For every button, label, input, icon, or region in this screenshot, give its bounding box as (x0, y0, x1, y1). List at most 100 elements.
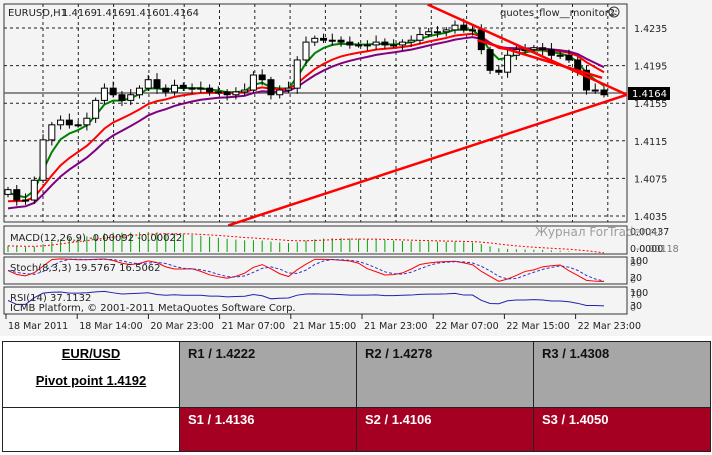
time-tick-label: 21 Mar 15:00 (293, 321, 356, 332)
bear-candle (486, 49, 494, 71)
bull-candle (171, 84, 179, 93)
bull-candle (232, 91, 240, 96)
bear-candle (118, 94, 126, 101)
bull-candle (469, 29, 477, 32)
s1-cell: S1 / 1.4136 (179, 407, 357, 452)
price-tick-label: 1.4155 (634, 99, 667, 110)
bull-candle (284, 87, 292, 91)
bull-candle (363, 44, 371, 47)
bear-candle (495, 69, 503, 73)
bear-candle (320, 37, 328, 41)
bull-candle (144, 79, 152, 89)
bull-candle (311, 37, 319, 43)
bull-candle (556, 54, 564, 57)
bear-candle (267, 79, 275, 96)
price-tick-label: 1.4115 (634, 137, 667, 148)
s3-cell: S3 / 1.4050 (533, 407, 711, 452)
macd-label: MACD(12,26,9) -0.00092 -0.00022 (10, 233, 182, 244)
indicator-name: quotes_flow__monitor2 (500, 8, 615, 19)
bull-candle (135, 87, 143, 96)
bear-candle (258, 74, 266, 81)
chart-header-close: 1.4164 (164, 8, 199, 19)
bull-candle (390, 44, 398, 47)
time-axis: 18 Mar 2011 18 Mar 14:00 20 Mar 23:00 21 Ma… (5, 314, 641, 332)
bear-candle (565, 54, 573, 61)
pair-label: EUR/USD (61, 346, 121, 361)
bear-candle (179, 84, 187, 89)
time-tick-label: 22 Mar 15:00 (506, 321, 569, 332)
bull-candle (504, 54, 512, 73)
current-price-label: 1.4164 (632, 89, 667, 100)
bear-candle (460, 24, 468, 31)
bear-candle (337, 39, 345, 43)
bull-candle (372, 41, 380, 46)
chart-header-high: 1.4169 (96, 8, 131, 19)
bull-candle (451, 24, 459, 31)
bull-candle (416, 34, 424, 41)
bull-candle (74, 124, 82, 127)
macd-tick: -0.00118 (636, 244, 679, 255)
chart-header-symbol: EURUSD,H1 (8, 8, 67, 19)
bear-candle (206, 87, 214, 93)
time-tick-label: 18 Mar 2011 (8, 321, 68, 332)
price-tick-label: 1.4035 (634, 212, 667, 223)
time-tick-label: 21 Mar 23:00 (364, 321, 427, 332)
bull-candle (92, 99, 100, 119)
bull-candle (328, 39, 336, 42)
bull-candle (188, 87, 196, 90)
bull-candle (241, 89, 249, 93)
rsi-tick: 70 (630, 290, 642, 301)
pivot-header-cell: EUR/USD Pivot point 1.4192 (2, 341, 180, 408)
bear-candle (346, 41, 354, 46)
bear-candle (65, 119, 73, 126)
time-tick-label: 22 Mar 07:00 (435, 321, 498, 332)
bull-candle (197, 87, 205, 90)
price-chart[interactable]: EURUSD,H1 1.4169 1.4169 1.4160 1.4164 qu… (0, 0, 712, 336)
bull-candle (4, 189, 12, 195)
bear-candle (539, 47, 547, 51)
bull-candle (276, 89, 284, 96)
bear-candle (547, 49, 555, 56)
bull-candle (530, 47, 538, 51)
bull-candle (442, 29, 450, 33)
bear-candle (162, 87, 170, 93)
stoch-tick: 80 (630, 258, 642, 269)
price-tick-label: 1.4235 (634, 24, 667, 35)
bull-candle (30, 179, 38, 201)
chart-header-open: 1.4169 (62, 8, 97, 19)
pivot-table: EUR/USD Pivot point 1.4192 R1 / 1.4222 R… (2, 341, 711, 452)
bear-candle (381, 41, 389, 46)
bull-candle (398, 41, 406, 46)
bull-candle (39, 139, 47, 181)
r2-cell: R2 / 1.4278 (356, 341, 534, 408)
bull-candle (83, 117, 91, 126)
price-tick-label: 1.4075 (634, 174, 667, 185)
empty-cell (2, 407, 180, 452)
bull-candle (591, 89, 599, 92)
bear-candle (13, 189, 21, 201)
bull-candle (249, 74, 257, 91)
bull-candle (433, 31, 441, 34)
bull-candle (302, 41, 310, 61)
time-tick-label: 18 Mar 14:00 (79, 321, 142, 332)
bull-candle (355, 44, 363, 47)
bull-candle (127, 94, 135, 101)
price-tick-label: 1.4195 (634, 62, 667, 73)
bear-candle (153, 79, 161, 89)
bull-candle (57, 119, 65, 126)
s2-cell: S2 / 1.4106 (356, 407, 534, 452)
copyright: ICMB Platform, © 2001-2011 MetaQuotes So… (10, 303, 296, 314)
price-axis: 1.4235 1.4195 1.4155 1.4115 1.4075 1.4035 (634, 24, 667, 223)
r3-cell: R3 / 1.4308 (533, 341, 711, 408)
chart-header-low: 1.4160 (130, 8, 165, 19)
bull-candle (214, 91, 222, 94)
watermark: Журнал ForTrader.ru (535, 225, 661, 239)
bear-candle (109, 87, 117, 96)
bull-candle (425, 31, 433, 36)
time-tick-label: 22 Mar 23:00 (578, 321, 641, 332)
bear-candle (223, 91, 231, 96)
bear-candle (600, 89, 608, 96)
bull-candle (293, 59, 301, 89)
time-tick-label: 20 Mar 23:00 (150, 321, 213, 332)
bull-candle (407, 39, 415, 43)
